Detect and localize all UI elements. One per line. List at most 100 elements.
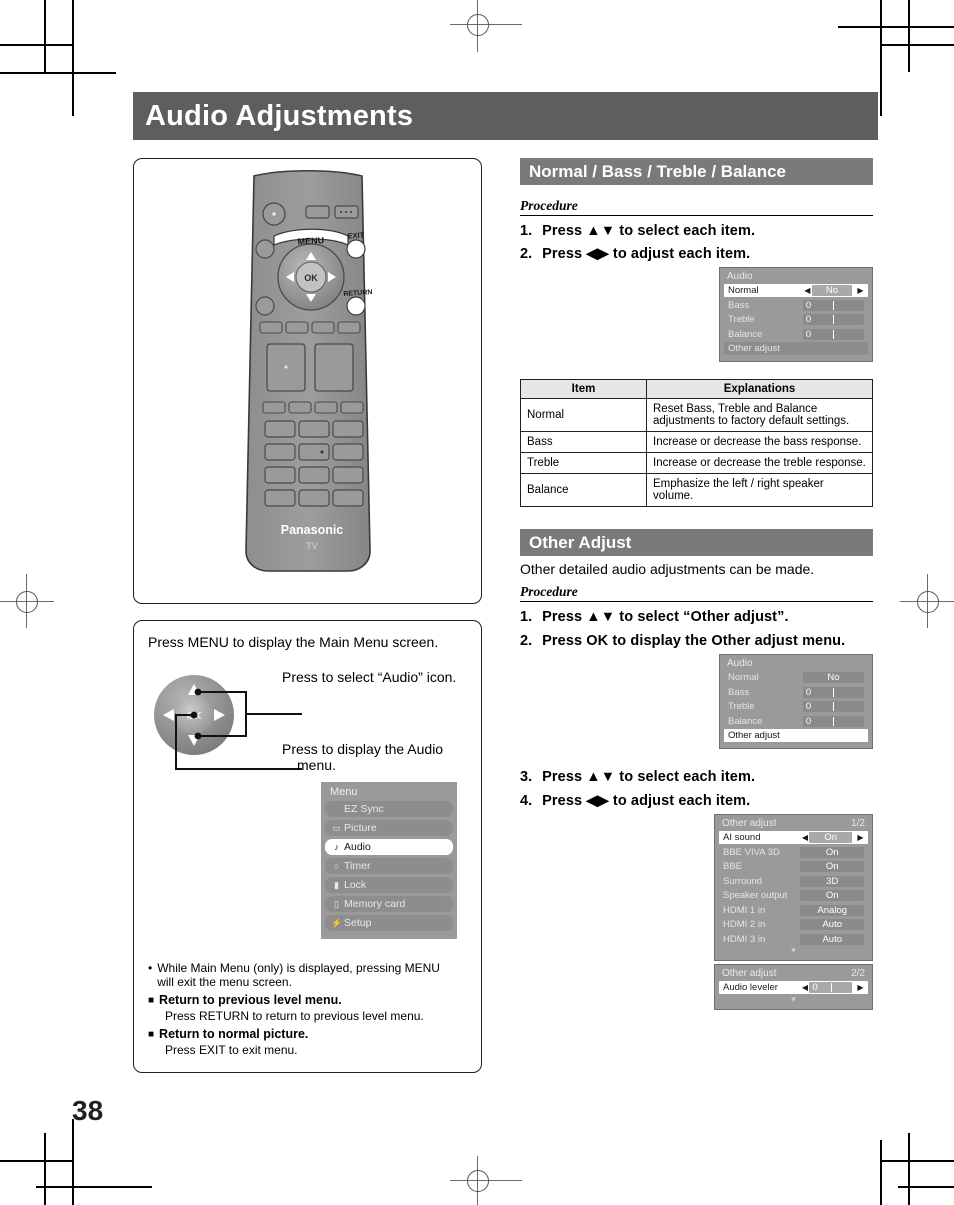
osd-slider-number: 0	[805, 314, 812, 325]
osd-slider-number: 0	[812, 982, 818, 993]
osd-row-value: 0	[802, 686, 864, 698]
osd-page-indicator: 2/2	[851, 968, 865, 979]
step-text: Press ◀▶ to adjust each item.	[542, 793, 751, 809]
step-number: 1.	[520, 223, 533, 239]
osd-row-value: On	[800, 846, 864, 858]
osd-title-row: Audio	[724, 271, 868, 284]
osd-row-hdmi-1-in[interactable]: HDMI 1 in Analog	[719, 903, 868, 917]
osd-slider-number: 0	[805, 701, 812, 712]
right-caret-icon[interactable]: ▶	[856, 833, 865, 842]
howto-callout-up: Press to select “Audio” icon.	[282, 669, 457, 685]
howto-head2: Return to normal picture.	[159, 1027, 309, 1041]
osd-row-value: Analog	[800, 904, 864, 916]
osd-slider-number: 0	[805, 328, 812, 340]
osd-row-treble[interactable]: Treble 0	[724, 313, 868, 326]
page-number: 38	[72, 1095, 104, 1126]
scroll-down-icon[interactable]: ▼	[719, 995, 868, 1005]
osd-row-label: HDMI 2 in	[723, 919, 766, 930]
menu-navigation-card: Press MENU to display the Main Menu scre…	[133, 620, 482, 1073]
left-caret-icon[interactable]: ◀	[800, 983, 809, 992]
svg-text:OK: OK	[304, 273, 318, 283]
osd-row-normal[interactable]: Normal ◀ No ▶	[724, 284, 868, 297]
main-menu-item-audio[interactable]: ♪ Audio	[325, 839, 453, 855]
osd-row-value: On	[800, 861, 864, 872]
osd-row-value: On	[809, 832, 852, 843]
picture-icon: ▭	[332, 822, 341, 833]
osd-title-row: Audio	[724, 658, 868, 671]
step-number: 1.	[520, 609, 533, 625]
step-text: Press OK to display the Other adjust men…	[542, 633, 846, 649]
setup-icon: ⚡	[331, 917, 343, 928]
table-header-item: Item	[520, 379, 647, 399]
slider-tick	[833, 702, 835, 711]
main-menu-item-label: EZ Sync	[344, 803, 384, 815]
osd-row-speaker-output[interactable]: Speaker output On	[719, 889, 868, 902]
main-menu-item-picture[interactable]: ▭ Picture	[325, 820, 453, 836]
table-row: Treble Increase or decrease the treble r…	[520, 452, 873, 474]
remote-brand-sub-label: TV	[306, 541, 318, 551]
slider-tick	[833, 687, 835, 697]
osd-row-hdmi-3-in[interactable]: HDMI 3 in Auto	[719, 932, 868, 946]
audio-note-icon: ♪	[334, 842, 339, 852]
slider-tick	[833, 329, 835, 339]
main-menu-item-lock[interactable]: ▮ Lock	[325, 877, 453, 893]
page-title-bar: Audio Adjustments	[133, 92, 878, 140]
remote-control-illustration: MENU OK EXIT RETURN Panasonic TV	[245, 169, 373, 572]
osd-row-bass[interactable]: Bass 0	[724, 685, 868, 699]
osd-row-label: Other adjust	[728, 343, 780, 354]
left-caret-icon[interactable]: ◀	[800, 833, 809, 842]
square-bullet-icon: ■	[148, 995, 155, 1006]
osd-row-label: Normal	[728, 672, 759, 683]
osd-row-value: On	[800, 890, 864, 901]
howto-sub1: Press RETURN to return to previous level…	[165, 1009, 424, 1023]
osd-row-label: Other adjust	[728, 730, 780, 741]
osd-row-hdmi-2-in[interactable]: HDMI 2 in Auto	[719, 918, 868, 931]
main-menu-osd: Menu EZ Sync ▭ Picture ♪ Audio ○ Timer ▮…	[321, 782, 457, 939]
procedure-rule-1	[520, 215, 873, 216]
osd-row-value: 0	[802, 701, 864, 712]
osd-row-normal[interactable]: Normal No	[724, 671, 868, 684]
table-row: Bass Increase or decrease the bass respo…	[520, 431, 873, 453]
other-adjust-osd-page2: Other adjust 2/2 Audio leveler ◀ 0 ▶ ▼	[714, 964, 873, 1010]
osd-row-bbe-viva-3d[interactable]: BBE VIVA 3D On	[719, 845, 868, 859]
osd-slider-number: 0	[805, 686, 812, 698]
main-menu-item-label: Setup	[344, 917, 372, 929]
osd-row-other-adjust[interactable]: Other adjust	[724, 342, 868, 355]
main-menu-item-label: Picture	[344, 822, 377, 834]
procedure-step: 2. Press ◀▶ to adjust each item.	[520, 246, 750, 262]
howto-bullet-line1: While Main Menu (only) is displayed, pre…	[157, 961, 440, 975]
howto-notes: • While Main Menu (only) is displayed, p…	[148, 961, 473, 1057]
right-caret-icon[interactable]: ▶	[856, 983, 865, 992]
osd-row-label: Balance	[728, 328, 763, 340]
osd-row-balance[interactable]: Balance 0	[724, 714, 868, 728]
bullet-dot-icon: •	[148, 961, 153, 975]
osd-slider-number: 0	[805, 715, 812, 727]
step-number: 2.	[520, 246, 533, 262]
slider-tick	[833, 716, 835, 726]
osd-row-surround[interactable]: Surround 3D	[719, 874, 868, 888]
main-menu-item-memory-card[interactable]: ▯ Memory card	[325, 896, 453, 912]
step-number: 2.	[520, 633, 533, 649]
page-title: Audio Adjustments	[145, 99, 414, 132]
main-menu-item-ez-sync[interactable]: EZ Sync	[325, 801, 453, 817]
section-title: Other Adjust	[529, 532, 632, 552]
osd-row-bbe[interactable]: BBE On	[719, 860, 868, 873]
osd-row-ai-sound[interactable]: AI sound ◀ On ▶	[719, 831, 868, 844]
osd-row-other-adjust-selected[interactable]: Other adjust	[724, 729, 868, 742]
step-text: Press ◀▶ to adjust each item.	[542, 246, 751, 262]
osd-row-value: 0	[809, 982, 852, 993]
osd-row-value: Auto	[800, 933, 864, 945]
table-cell-item: Bass	[520, 431, 647, 453]
scroll-down-icon[interactable]: ▼	[719, 947, 868, 956]
main-menu-item-setup[interactable]: ⚡ Setup	[325, 915, 453, 931]
osd-row-balance[interactable]: Balance 0	[724, 327, 868, 341]
explanations-table: Item Explanations Normal Reset Bass, Tre…	[520, 379, 873, 507]
main-menu-item-timer[interactable]: ○ Timer	[325, 858, 453, 874]
left-caret-icon[interactable]: ◀	[803, 286, 812, 295]
osd-row-treble[interactable]: Treble 0	[724, 700, 868, 713]
osd-row-audio-leveler[interactable]: Audio leveler ◀ 0 ▶	[719, 981, 868, 994]
right-caret-icon[interactable]: ▶	[856, 286, 865, 295]
osd-row-label: HDMI 1 in	[723, 904, 766, 916]
osd-row-bass[interactable]: Bass 0	[724, 298, 868, 312]
section-header-other-adjust: Other Adjust	[520, 529, 873, 556]
